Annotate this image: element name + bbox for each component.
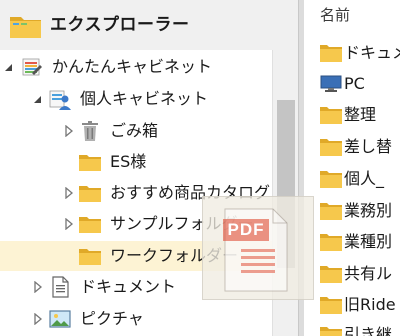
folder-icon — [79, 155, 101, 171]
tree-item-kantan-cabinet[interactable]: かんたんキャビネット — [0, 52, 272, 82]
collapsed-arrow-icon[interactable] — [33, 313, 43, 325]
file-name: ドキュメ — [344, 43, 400, 62]
file-name: 業種別 — [344, 232, 393, 251]
expanded-arrow-icon[interactable] — [4, 61, 14, 73]
file-name: 個人_ — [344, 169, 385, 188]
personal-cabinet-icon — [49, 90, 71, 110]
tree-item-trash[interactable]: ごみ箱 — [0, 116, 272, 146]
folder-icon — [320, 203, 342, 220]
collapsed-arrow-icon[interactable] — [64, 125, 74, 137]
folder-icon — [320, 171, 342, 188]
tree-item-label: ES様 — [110, 152, 147, 171]
file-name: 整理 — [344, 105, 377, 124]
tree-item-pictures[interactable]: ピクチャ — [0, 304, 272, 334]
pdf-badge: PDF — [223, 219, 269, 241]
tree-item-label: かんたんキャビネット — [52, 57, 213, 76]
file-row[interactable]: 旧Ride — [304, 292, 400, 318]
file-name: 業務別 — [344, 201, 393, 220]
file-list-pane: 名前 ドキュメ PC 整理 差し替 個人_ 業務別 業種別 共有ル 旧Ride … — [304, 0, 400, 336]
file-name: PC — [344, 74, 365, 93]
file-name: 差し替 — [344, 137, 393, 156]
tree-item-label: ごみ箱 — [110, 121, 159, 140]
file-name: 旧Ride — [344, 295, 396, 314]
file-row[interactable]: 共有ル — [304, 261, 400, 287]
tree-item-label: 個人キャビネット — [80, 89, 209, 108]
drag-ghost: PDF — [202, 196, 314, 300]
folder-icon — [320, 327, 342, 336]
folder-icon — [320, 234, 342, 251]
file-name: 共有ル — [344, 264, 393, 283]
document-icon — [52, 276, 69, 298]
picture-icon — [49, 310, 71, 328]
collapsed-arrow-icon[interactable] — [33, 281, 43, 293]
name-column-header[interactable]: 名前 — [304, 0, 400, 34]
folder-icon — [320, 45, 342, 62]
pc-icon — [320, 75, 342, 92]
trash-icon — [82, 121, 98, 141]
file-row[interactable]: 業務別 — [304, 198, 400, 224]
explorer-title: エクスプローラー — [50, 15, 190, 35]
tree-item-personal-cabinet[interactable]: 個人キャビネット — [0, 84, 272, 114]
tree-item-label: ドキュメント — [80, 277, 177, 296]
folder-icon — [320, 107, 342, 124]
tree-item-label: ピクチャ — [80, 309, 144, 328]
file-row[interactable]: 引き継 — [304, 322, 400, 336]
folder-icon — [79, 186, 101, 202]
explorer-header: エクスプローラー — [0, 0, 298, 50]
file-row[interactable]: 整理 — [304, 102, 400, 128]
folder-icon — [79, 249, 101, 265]
tree-item-es[interactable]: ES様 — [0, 147, 272, 177]
file-row[interactable]: ドキュメ — [304, 40, 400, 66]
collapsed-arrow-icon[interactable] — [64, 218, 74, 230]
cabinet-icon — [22, 58, 42, 76]
collapsed-arrow-icon[interactable] — [64, 187, 74, 199]
expanded-arrow-icon[interactable] — [33, 93, 43, 105]
folder-icon — [320, 266, 342, 283]
pdf-file-icon — [224, 208, 288, 292]
folder-icon — [10, 17, 41, 38]
folder-icon — [79, 217, 101, 233]
file-row[interactable]: 個人_ — [304, 166, 400, 192]
folder-icon — [320, 297, 342, 314]
file-row[interactable]: 差し替 — [304, 134, 400, 160]
file-row[interactable]: 業種別 — [304, 229, 400, 255]
pdf-badge-label: PDF — [227, 220, 265, 239]
column-header-label: 名前 — [320, 6, 351, 24]
file-name: 引き継 — [344, 325, 393, 336]
file-row[interactable]: PC — [304, 71, 400, 97]
folder-icon — [320, 139, 342, 156]
